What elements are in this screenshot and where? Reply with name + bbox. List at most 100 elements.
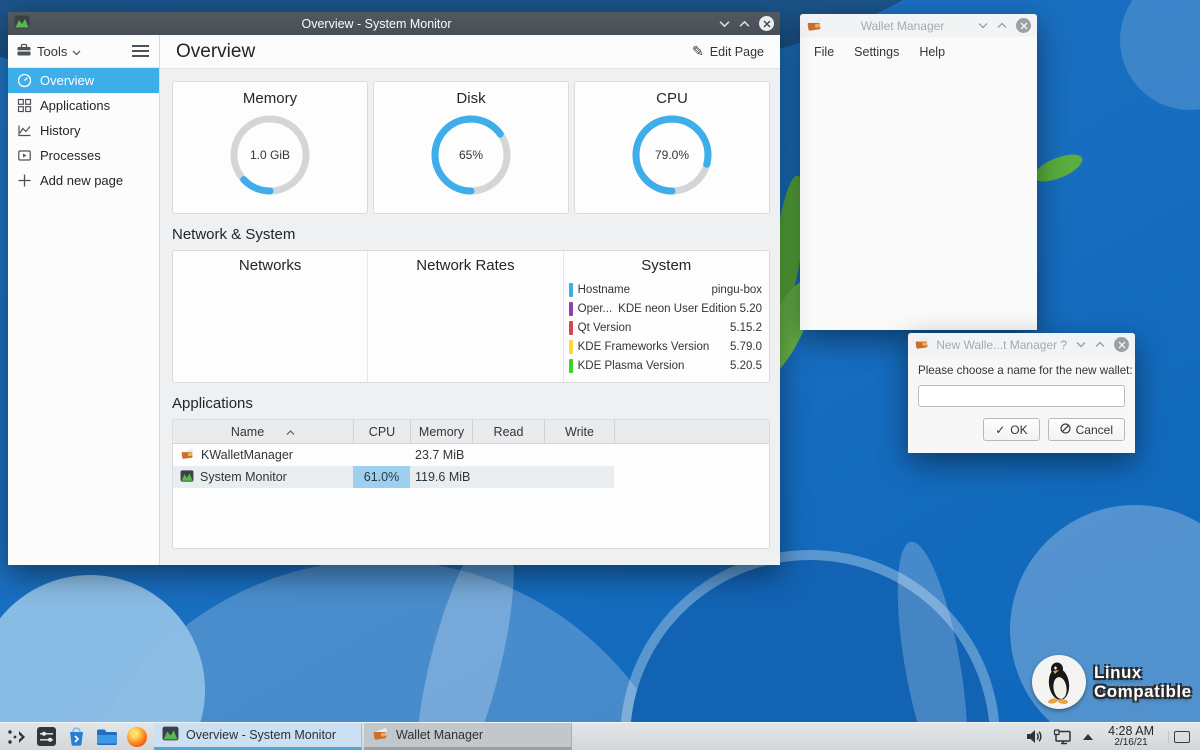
legend-color-bar bbox=[569, 283, 573, 297]
hamburger-menu-icon[interactable] bbox=[130, 43, 151, 59]
wallet-manager-menubar: File Settings Help bbox=[800, 37, 1037, 67]
sidebar-item-applications[interactable]: Applications bbox=[8, 93, 159, 118]
sidebar-item-overview[interactable]: Overview bbox=[8, 68, 159, 93]
column-title: System bbox=[564, 257, 769, 274]
sidebar-item-processes[interactable]: Processes bbox=[8, 143, 159, 168]
legend-color-bar bbox=[569, 321, 573, 335]
card-title: Disk bbox=[456, 90, 485, 107]
device-notifier-icon[interactable] bbox=[1053, 729, 1072, 745]
sidebar-item-add-new-page[interactable]: Add new page bbox=[8, 168, 159, 193]
system-settings-icon[interactable] bbox=[35, 725, 58, 748]
gauge-value: 79.0% bbox=[626, 109, 718, 201]
system-monitor-app-icon bbox=[162, 726, 179, 744]
legend-color-bar bbox=[569, 302, 573, 316]
menu-settings[interactable]: Settings bbox=[846, 42, 907, 62]
dialog-title: New Walle...t Manager bbox=[933, 338, 1060, 352]
network-system-card: Networks Network Rates System Hostname p… bbox=[172, 250, 770, 383]
help-icon[interactable]: ? bbox=[1060, 338, 1067, 352]
tools-dropdown[interactable]: Tools bbox=[37, 44, 67, 59]
minimize-icon[interactable] bbox=[978, 22, 988, 29]
cpu-gauge: 79.0% bbox=[626, 109, 718, 201]
column-header-read[interactable]: Read bbox=[472, 420, 544, 443]
disk-gauge: 65% bbox=[425, 109, 517, 201]
wallet-manager-titlebar[interactable]: Wallet Manager bbox=[800, 14, 1037, 37]
legend-color-bar bbox=[569, 359, 573, 373]
system-row-hostname: Hostname pingu-box bbox=[564, 280, 769, 299]
system-row-os: Oper... KDE neon User Edition 5.20 bbox=[564, 299, 769, 318]
wallet-name-input[interactable] bbox=[918, 385, 1125, 407]
column-title: Network Rates bbox=[368, 257, 562, 274]
system-monitor-app-icon bbox=[14, 15, 30, 32]
firefox-icon[interactable] bbox=[125, 725, 148, 748]
sidebar-item-history[interactable]: History bbox=[8, 118, 159, 143]
taskbar-task-system-monitor[interactable]: Overview - System Monitor bbox=[154, 723, 362, 750]
task-label: Wallet Manager bbox=[396, 728, 483, 742]
memory-card: Memory 1.0 GiB bbox=[172, 81, 368, 214]
kwallet-app-icon bbox=[806, 17, 823, 35]
toolbox-icon bbox=[16, 43, 32, 60]
system-row-qt-version: Qt Version 5.15.2 bbox=[564, 318, 769, 337]
section-heading-applications: Applications bbox=[172, 395, 770, 412]
network-rates-column: Network Rates bbox=[367, 251, 562, 382]
page-title: Overview bbox=[176, 41, 255, 63]
menu-file[interactable]: File bbox=[806, 42, 842, 62]
ok-button[interactable]: ✓ OK bbox=[983, 418, 1039, 441]
cell-name: KWalletManager bbox=[201, 448, 293, 462]
system-monitor-window: Overview - System Monitor bbox=[8, 12, 780, 565]
edit-page-button[interactable]: ✎ Edit Page bbox=[692, 44, 764, 60]
maximize-icon[interactable] bbox=[1095, 341, 1105, 348]
clock-time: 4:28 AM bbox=[1108, 725, 1154, 737]
table-row-kwalletmanager[interactable]: KWalletManager 23.7 MiB bbox=[173, 444, 614, 466]
clock-date: 2/16/21 bbox=[1108, 737, 1154, 749]
close-icon[interactable] bbox=[1114, 337, 1129, 352]
column-header-cpu[interactable]: CPU bbox=[353, 420, 410, 443]
system-monitor-app-icon bbox=[180, 470, 194, 485]
column-title: Networks bbox=[173, 257, 367, 274]
system-column: System Hostname pingu-box Oper... KDE ne… bbox=[563, 251, 769, 382]
taskbar-task-wallet-manager[interactable]: Wallet Manager bbox=[364, 723, 572, 750]
cell-name: System Monitor bbox=[200, 470, 287, 484]
digital-clock[interactable]: 4:28 AM 2/16/21 bbox=[1104, 725, 1158, 749]
column-header-name[interactable]: Name bbox=[173, 420, 353, 443]
kde-neon-launcher-icon[interactable] bbox=[5, 725, 28, 748]
system-monitor-titlebar[interactable]: Overview - System Monitor bbox=[8, 12, 780, 35]
cpu-card: CPU 79.0% bbox=[574, 81, 770, 214]
column-header-write[interactable]: Write bbox=[544, 420, 614, 443]
window-title: Overview - System Monitor bbox=[34, 17, 719, 31]
pencil-icon: ✎ bbox=[692, 44, 704, 60]
close-icon[interactable] bbox=[1016, 18, 1031, 33]
cell-cpu bbox=[353, 444, 410, 466]
menu-help[interactable]: Help bbox=[911, 42, 953, 62]
check-icon: ✓ bbox=[995, 423, 1005, 437]
dolphin-folder-icon[interactable] bbox=[95, 725, 118, 748]
table-row-system-monitor[interactable]: System Monitor 61.0% 119.6 MiB bbox=[173, 466, 614, 488]
sidebar: Tools Overview Applications bbox=[8, 35, 160, 565]
kwallet-app-icon bbox=[180, 447, 195, 463]
systray-expander-icon[interactable] bbox=[1082, 733, 1094, 741]
show-desktop-icon bbox=[1174, 731, 1190, 743]
close-icon[interactable] bbox=[759, 16, 774, 31]
penguin-icon bbox=[1032, 655, 1086, 709]
wallet-manager-window: Wallet Manager File Settings Help bbox=[800, 14, 1037, 330]
sidebar-item-label: Applications bbox=[40, 98, 110, 113]
maximize-icon[interactable] bbox=[997, 22, 1007, 29]
minimize-icon[interactable] bbox=[719, 20, 730, 28]
sensor-cards-row: Memory 1.0 GiB Disk bbox=[172, 81, 770, 214]
column-header-memory[interactable]: Memory bbox=[410, 420, 472, 443]
chevron-down-icon[interactable] bbox=[72, 44, 81, 59]
system-row-frameworks-version: KDE Frameworks Version 5.79.0 bbox=[564, 337, 769, 356]
dialog-titlebar[interactable]: New Walle...t Manager ? bbox=[908, 333, 1135, 356]
sidebar-item-label: Overview bbox=[40, 73, 94, 88]
minimize-icon[interactable] bbox=[1076, 341, 1086, 348]
gauge-value: 1.0 GiB bbox=[224, 109, 316, 201]
show-desktop-button[interactable] bbox=[1168, 731, 1194, 743]
sidebar-item-label: History bbox=[40, 123, 80, 138]
desktop: Linux Compatible Wallet Manager bbox=[0, 0, 1200, 750]
applications-table: Name CPU Memory Read Write bbox=[172, 419, 770, 549]
networks-column: Networks bbox=[173, 251, 367, 382]
volume-icon[interactable] bbox=[1026, 729, 1043, 744]
cancel-button[interactable]: Cancel bbox=[1048, 418, 1125, 441]
maximize-icon[interactable] bbox=[739, 20, 750, 28]
discover-icon[interactable] bbox=[65, 725, 88, 748]
taskbar: Overview - System Monitor Wallet Manager bbox=[0, 722, 1200, 750]
